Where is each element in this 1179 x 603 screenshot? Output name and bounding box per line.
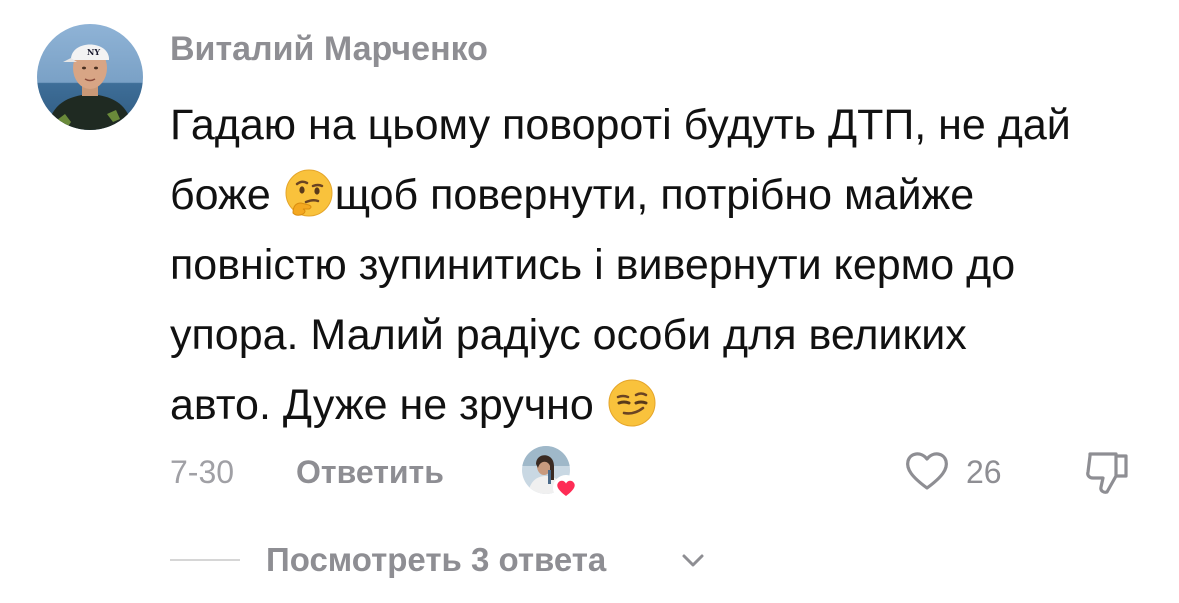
comment-line-text: авто. Дуже не зручно	[170, 381, 606, 429]
comment-line: авто. Дуже не зручно	[170, 370, 1160, 440]
comment-date: 7-30	[170, 454, 235, 490]
svg-text:NY: NY	[87, 47, 100, 57]
comment-line: Гадаю на цьому повороті будуть ДТП, не д…	[170, 101, 1071, 149]
comment-text: Гадаю на цьому повороті будуть ДТП, не д…	[170, 90, 1160, 440]
comment-line: повністю зупинитись і вивернути кермо до	[170, 241, 1016, 289]
comment-line-text: щоб повернути, потрібно майже	[334, 171, 975, 219]
creator-liked-badge	[522, 446, 582, 502]
comment-item: NY Виталий Марченко Гадаю на цьому повор…	[0, 0, 1179, 603]
like-heart-icon[interactable]	[902, 446, 952, 494]
view-replies-button[interactable]: Посмотреть 3 ответа	[266, 540, 606, 580]
reply-button[interactable]: Ответить	[296, 452, 444, 492]
author-avatar[interactable]: NY	[37, 24, 143, 130]
like-count: 26	[966, 454, 1002, 490]
avatar-photo: NY	[37, 24, 143, 130]
chevron-down-icon[interactable]	[678, 548, 708, 572]
replies-divider	[170, 559, 240, 561]
heart-badge-icon	[553, 475, 579, 501]
author-name[interactable]: Виталий Марченко	[170, 27, 488, 71]
smirking-face-emoji-icon	[606, 377, 658, 429]
comment-line: упора. Малий радіус особи для великих	[170, 311, 967, 359]
thinking-face-emoji-icon	[283, 167, 335, 219]
comment-line: боже щоб повернути, потрібно майже	[170, 160, 1160, 230]
view-replies-row: Посмотреть 3 ответа	[0, 536, 1179, 584]
dislike-icon[interactable]	[1082, 446, 1134, 498]
comment-line-text: боже	[170, 171, 283, 219]
comment-meta: 7-30 Ответить 26	[0, 440, 1179, 504]
